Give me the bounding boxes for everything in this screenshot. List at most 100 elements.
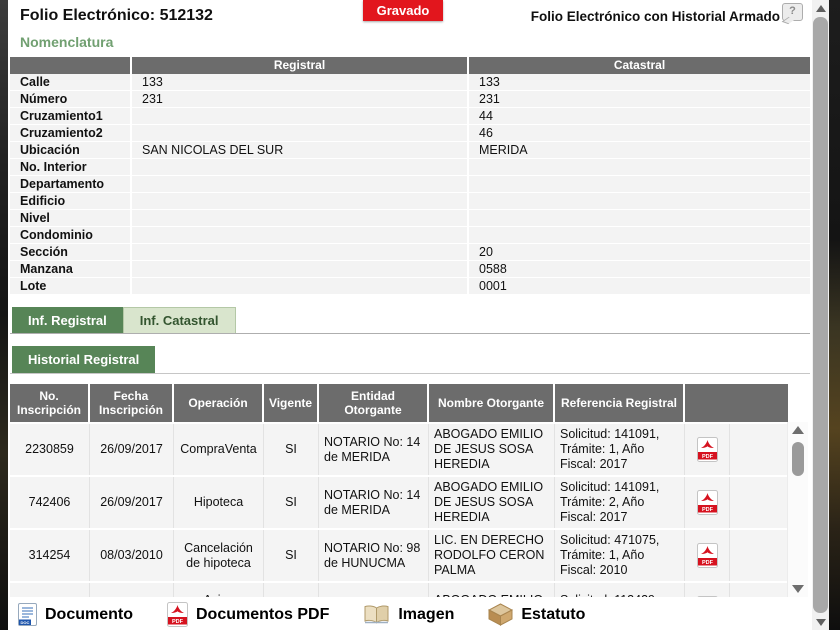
nomenclatura-cell-catastral: [467, 176, 810, 192]
nomenclatura-row: Número231231: [10, 91, 810, 108]
nomenclatura-cell-catastral: 231: [467, 91, 810, 107]
historial-cell-document: PDF: [685, 530, 730, 581]
historial-row: 74240626/09/2017HipotecaSINOTARIO No: 14…: [10, 475, 808, 528]
historial-scrollbar[interactable]: [787, 422, 808, 597]
footer-action-documentos-pdf[interactable]: PDF Documentos PDF: [167, 602, 329, 627]
historial-column-header: Entidad Otorgante: [319, 384, 429, 422]
nomenclatura-row: Condominio: [10, 227, 810, 244]
footer-action-documento[interactable]: DOCDocumento: [18, 603, 133, 626]
nomenclatura-cell-label: Condominio: [10, 227, 130, 243]
svg-text:PDF: PDF: [172, 619, 184, 625]
historial-row: 31425408/03/2010Cancelación de hipotecaS…: [10, 528, 808, 581]
historial-cell-operacion: CompraVenta: [174, 424, 264, 475]
historial-cell-entidad: NOTARIO No: 14: [319, 583, 429, 597]
nomenclatura-cell-label: Cruzamiento1: [10, 108, 130, 124]
historial-column-header: Vigente: [264, 384, 319, 422]
nomenclatura-cell-registral: [130, 278, 467, 294]
historial-cell-vigente: SI: [264, 530, 319, 581]
nomenclatura-cell-registral: [130, 108, 467, 124]
nomenclatura-row: Lote 0001: [10, 278, 810, 295]
historial-column-header: No. Inscripción: [10, 384, 90, 422]
nomenclatura-cell-catastral: 20: [467, 244, 810, 260]
nomenclatura-cell-registral: 133: [130, 74, 467, 90]
nomenclatura-cell-catastral: [467, 159, 810, 175]
historial-cell-entidad: NOTARIO No: 14 de MERIDA: [319, 477, 429, 528]
historial-cell-fecha: 26/09/2017: [90, 477, 174, 528]
nomenclatura-cell-registral: [130, 159, 467, 175]
svg-text:PDF: PDF: [702, 454, 714, 460]
nomenclatura-cell-registral: [130, 125, 467, 141]
nomenclatura-cell-label: Nivel: [10, 210, 130, 226]
historial-column-header: Operación: [174, 384, 264, 422]
tab-inf-catastral[interactable]: Inf. Catastral: [123, 307, 236, 333]
statute-box-icon: [488, 603, 513, 626]
page-title: Folio Electrónico: 512132: [20, 7, 213, 25]
folio-panel: Folio Electrónico: 512132 Gravado Folio …: [8, 0, 812, 630]
historial-cell-entidad: NOTARIO No: 98 de HUNUCMA: [319, 530, 429, 581]
page-scroll-down-icon[interactable]: [812, 614, 829, 630]
historial-column-header: Referencia Registral: [555, 384, 685, 422]
pdf-file-icon[interactable]: PDF: [697, 543, 718, 568]
nomenclatura-cell-catastral: [467, 193, 810, 209]
footer-action-label: Documentos PDF: [196, 606, 329, 624]
historial-cell-nombre: ABOGADO EMILIO DE JESUS SOSA HEREDIA: [429, 477, 555, 528]
nomenclatura-cell-catastral: [467, 210, 810, 226]
nomenclatura-cell-catastral: [467, 227, 810, 243]
nomenclatura-cell-registral: [130, 210, 467, 226]
nomenclatura-cell-catastral: MERIDA: [467, 142, 810, 158]
historial-column-header: [685, 384, 788, 422]
nomenclatura-cell-label: Número: [10, 91, 130, 107]
page-scrollbar-thumb[interactable]: [813, 17, 828, 613]
nomenclatura-cell-label: Edificio: [10, 193, 130, 209]
nomenclatura-row: Sección20: [10, 244, 810, 261]
footer-action-label: Documento: [45, 606, 133, 624]
nomenclatura-cell-label: Ubicación: [10, 142, 130, 158]
historial-cell-nombre: LIC. EN DERECHO RODOLFO CERON PALMA: [429, 530, 555, 581]
nomenclatura-cell-label: No. Interior: [10, 159, 130, 175]
nomenclatura-cell-label: Departamento: [10, 176, 130, 192]
nomenclatura-row: No. Interior: [10, 159, 810, 176]
page-scrollbar[interactable]: [812, 0, 829, 630]
footer-action-estatuto[interactable]: Estatuto: [488, 603, 585, 626]
scroll-up-icon[interactable]: [792, 426, 804, 434]
pdf-file-icon[interactable]: PDF: [697, 490, 718, 515]
help-icon[interactable]: ?: [782, 3, 803, 21]
historial-cell-nombre: ABOGADO EMILIO DE JESUS SOSA: [429, 583, 555, 597]
nomenclatura-cell-registral: 231: [130, 91, 467, 107]
nomenclatura-cell-catastral: 0001: [467, 278, 810, 294]
tab-inf-registral[interactable]: Inf. Registral: [12, 307, 123, 333]
footer-action-imagen[interactable]: Imagen: [363, 604, 454, 626]
historial-cell-no_inscripcion: 2197067: [10, 583, 90, 597]
svg-text:PDF: PDF: [702, 560, 714, 566]
historial-cell-no_inscripcion: 742406: [10, 477, 90, 528]
nomenclatura-cell-registral: [130, 244, 467, 260]
scroll-down-icon[interactable]: [792, 585, 804, 593]
nomenclatura-row: Cruzamiento246: [10, 125, 810, 142]
historial-cell-fecha: 08/03/2010: [90, 530, 174, 581]
historial-cell-document: PDF: [685, 477, 730, 528]
nomenclatura-cell-catastral: 133: [467, 74, 810, 90]
nomenclatura-table: Registral Catastral Calle133133Número231…: [10, 57, 810, 295]
tab-historial-registral[interactable]: Historial Registral: [12, 346, 155, 373]
historial-cell-empty: [730, 424, 788, 475]
pdf-file-icon[interactable]: PDF: [697, 437, 718, 462]
historial-cell-vigente: SI: [264, 424, 319, 475]
nomenclatura-row: UbicaciónSAN NICOLAS DEL SURMERIDA: [10, 142, 810, 159]
nomenclatura-cell-registral: [130, 227, 467, 243]
pdf-file-icon[interactable]: PDF: [697, 596, 718, 598]
historial-cell-document: PDF: [685, 583, 730, 597]
registry-page: Folio Electrónico: 512132 Gravado Folio …: [0, 0, 840, 630]
nomenclatura-cell-label: Lote: [10, 278, 130, 294]
historial-cell-empty: [730, 583, 788, 597]
nomenclatura-row: Manzana0588: [10, 261, 810, 278]
historial-scrollbar-thumb[interactable]: [792, 442, 804, 476]
historial-cell-empty: [730, 530, 788, 581]
historial-column-header: Fecha Inscripción: [90, 384, 174, 422]
historial-cell-fecha: 26/09/2017: [90, 424, 174, 475]
historial-row: 219706708/08/2017Aviso DefinitivoNONOTAR…: [10, 581, 808, 597]
gravado-status-badge[interactable]: Gravado: [363, 0, 443, 21]
nomenclatura-cell-registral: [130, 261, 467, 277]
nomenclatura-cell-registral: [130, 176, 467, 192]
historial-cell-vigente: NO: [264, 583, 319, 597]
page-scroll-up-icon[interactable]: [812, 0, 829, 16]
